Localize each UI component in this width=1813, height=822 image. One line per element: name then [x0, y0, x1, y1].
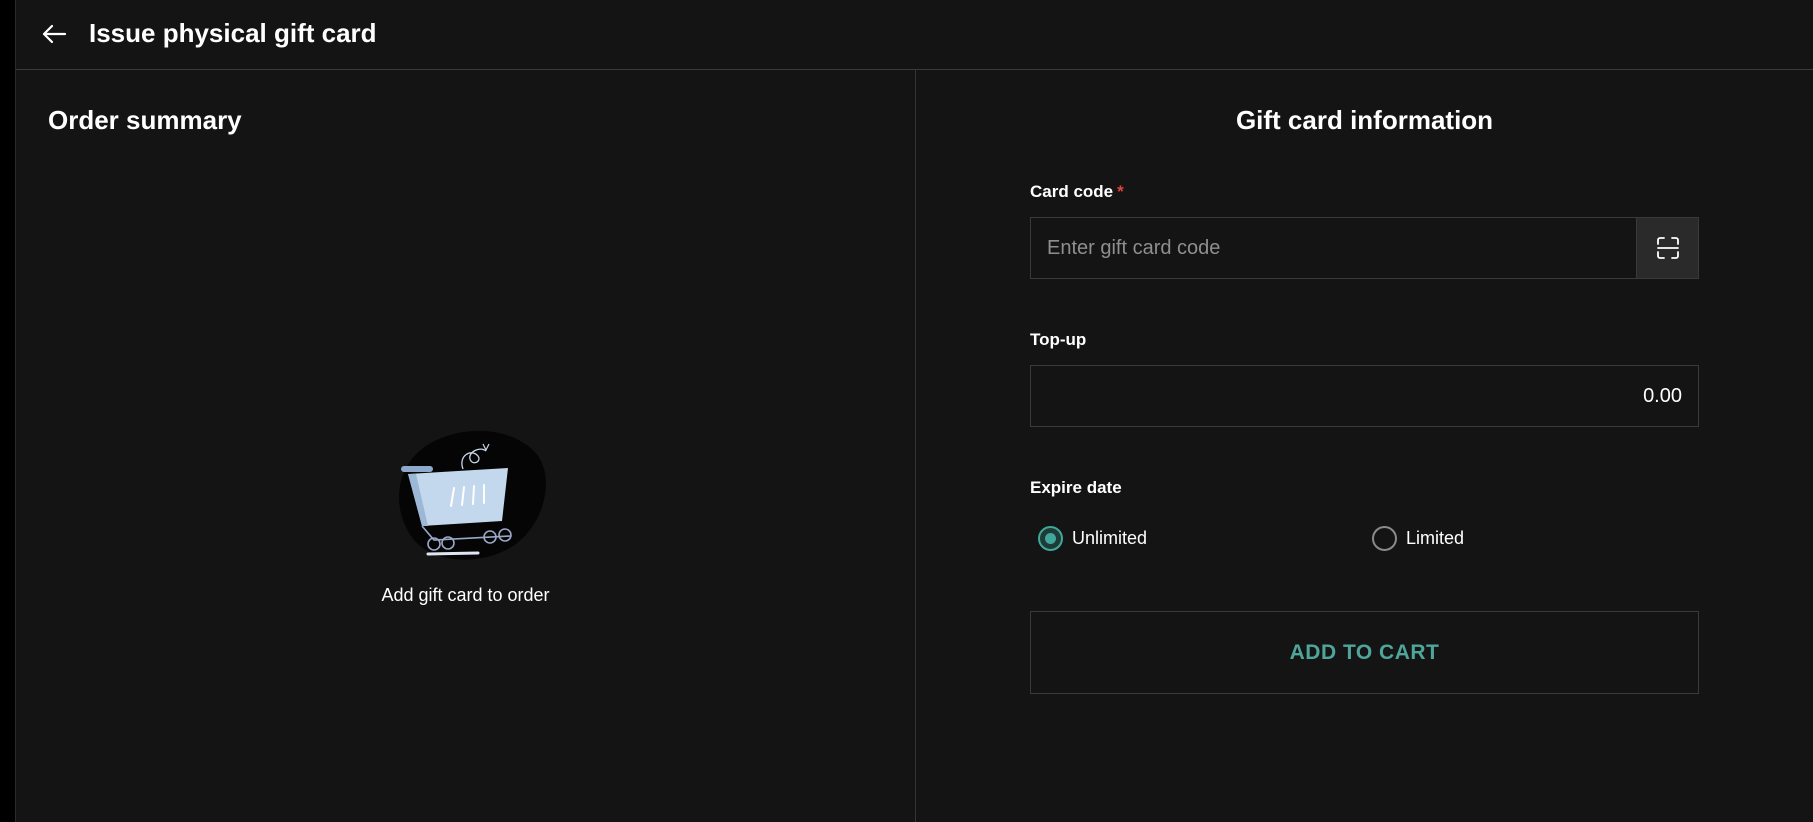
top-up-input[interactable]: 0.00	[1030, 365, 1699, 427]
barcode-scan-icon	[1656, 237, 1679, 259]
unlimited-radio[interactable]	[1038, 526, 1063, 551]
expire-limited-option[interactable]: Limited	[1372, 526, 1464, 551]
expire-date-label: Expire date	[1030, 478, 1122, 497]
app-window: Issue physical gift card Order summary A…	[16, 0, 1813, 822]
arrow-left-icon	[42, 24, 67, 44]
top-up-value: 0.00	[1643, 385, 1682, 407]
scan-code-button[interactable]	[1636, 218, 1698, 278]
gift-card-info-title: Gift card information	[1235, 105, 1494, 135]
card-code-field	[1030, 217, 1699, 279]
card-code-label: Card code *	[1030, 182, 1124, 201]
left-edge-strip	[0, 0, 16, 822]
top-up-label: Top-up	[1030, 330, 1087, 349]
gift-card-info-panel: Gift card information Card code* Top-up …	[916, 71, 1813, 822]
radio-selected-dot	[1045, 533, 1056, 544]
page-title: Issue physical gift card	[89, 18, 377, 48]
expire-unlimited-option[interactable]: Unlimited	[1038, 526, 1147, 551]
add-to-cart-button[interactable]: ADD TO CART	[1030, 611, 1699, 694]
limited-label: Limited	[1406, 528, 1465, 548]
limited-radio[interactable]	[1372, 526, 1397, 551]
empty-cart-illustration	[399, 430, 546, 560]
unlimited-label: Unlimited	[1072, 528, 1148, 548]
empty-order-text: Add gift card to order	[381, 585, 550, 605]
card-code-input[interactable]	[1031, 218, 1698, 278]
page-header: Issue physical gift card	[16, 0, 1813, 70]
back-button[interactable]	[36, 16, 72, 52]
required-marker: *	[1117, 182, 1124, 201]
order-summary-title: Order summary	[48, 105, 242, 135]
order-summary-panel: Order summary Add gift card to order	[16, 71, 915, 822]
